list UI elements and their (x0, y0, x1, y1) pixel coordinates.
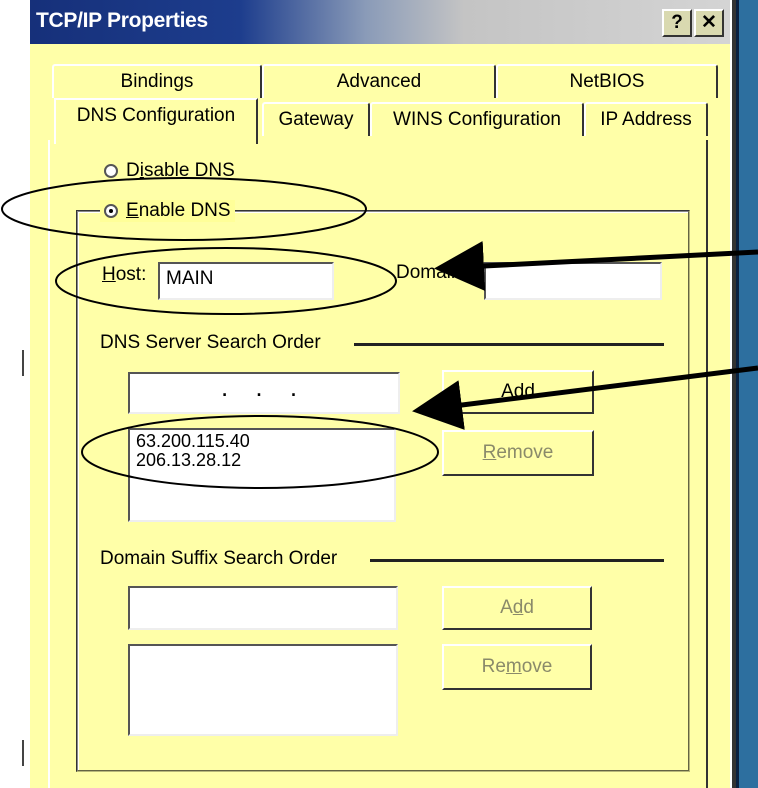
tab-dns-configuration[interactable]: DNS Configuration (54, 98, 258, 144)
domain-label: Domain: (396, 262, 467, 283)
enable-dns-label: Enable DNS (126, 200, 231, 221)
title-bar[interactable]: TCP/IP Properties ? ✕ (30, 0, 730, 44)
host-field[interactable]: MAIN (158, 262, 334, 300)
suffix-remove-button[interactable]: Remove (442, 644, 592, 690)
help-button[interactable]: ? (662, 9, 692, 37)
tab-bindings[interactable]: Bindings (52, 64, 262, 98)
tab-gateway[interactable]: Gateway (262, 102, 370, 136)
background-strip-left (0, 0, 30, 788)
list-item[interactable]: 206.13.28.12 (136, 451, 388, 470)
disable-dns-radio[interactable]: Disable DNS (104, 160, 235, 182)
dns-remove-button[interactable]: Remove (442, 430, 594, 476)
suffix-add-button[interactable]: Add (442, 586, 592, 630)
domain-suffix-field[interactable] (128, 586, 398, 630)
close-button[interactable]: ✕ (694, 9, 724, 37)
dns-add-button[interactable]: Add (442, 370, 594, 414)
left-tick (22, 740, 24, 766)
tab-ip-address[interactable]: IP Address (584, 102, 708, 136)
tab-wins-configuration[interactable]: WINS Configuration (370, 102, 584, 136)
section-divider (354, 343, 664, 346)
tab-advanced[interactable]: Advanced (262, 64, 496, 98)
disable-dns-label: Disable DNS (126, 160, 235, 181)
tab-netbios[interactable]: NetBIOS (496, 64, 718, 98)
desktop-background (736, 0, 758, 788)
host-label: Host: (102, 264, 147, 285)
list-item[interactable]: 63.200.115.40 (136, 432, 388, 451)
left-tick (22, 350, 24, 376)
radio-off-icon (104, 164, 118, 178)
dialog-border (730, 0, 736, 788)
dns-server-ip-field[interactable]: . . . (128, 372, 400, 414)
dns-server-list[interactable]: 63.200.115.40 206.13.28.12 (128, 428, 396, 522)
domain-suffix-list[interactable] (128, 644, 398, 736)
domain-suffix-search-order-heading: Domain Suffix Search Order (100, 548, 338, 569)
window-title: TCP/IP Properties (36, 9, 208, 32)
domain-field[interactable] (484, 262, 662, 300)
dns-server-search-order-heading: DNS Server Search Order (100, 332, 321, 353)
enable-dns-radio[interactable]: Enable DNS (100, 200, 235, 222)
radio-selected-icon (104, 204, 118, 218)
section-divider (370, 559, 664, 562)
